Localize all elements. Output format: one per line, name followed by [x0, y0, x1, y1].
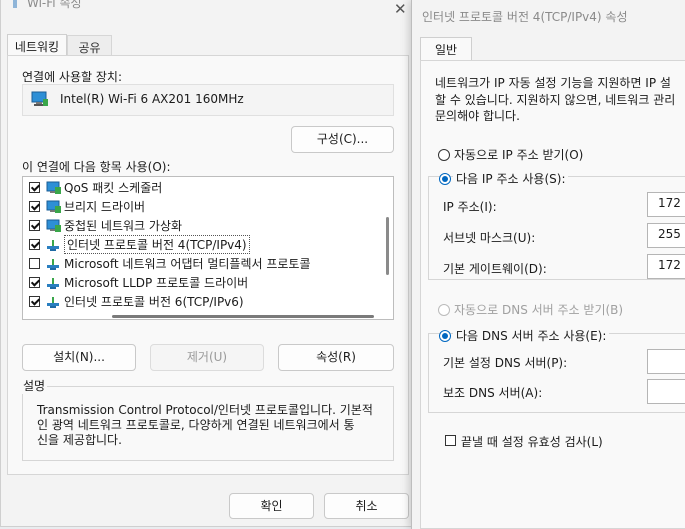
tab-networking[interactable]: 네트워킹 [7, 34, 67, 56]
vertical-scrollbar-thumb[interactable] [386, 217, 389, 275]
item-label: 중첩된 네트워크 가상화 [64, 219, 183, 233]
auto-ip-label[interactable]: 자동으로 IP 주소 받기(O) [454, 146, 583, 163]
properties-button[interactable]: 속성(R) [278, 344, 394, 371]
intro-line-1: 네트워크가 IP 자동 설정 기능을 지원하면 IP 설 [435, 76, 671, 90]
description-label: 설명 [21, 377, 48, 394]
alternate-dns-input[interactable] [647, 379, 685, 404]
ip-group: 다음 IP 주소 사용(S): IP 주소(I): 172 . 서브넷 마스크(… [428, 170, 685, 280]
auto-ip-radio[interactable] [438, 149, 450, 161]
adapter-box: Intel(R) Wi-Fi 6 AX201 160MHz [22, 84, 394, 116]
window-title: Wi-Fi 속성 [27, 0, 82, 10]
list-item[interactable]: 브리지 드라이버 [29, 197, 145, 216]
item-label: Microsoft 네트워크 어댑터 멀티플렉서 프로토콜 [64, 257, 311, 271]
item-checkbox[interactable] [29, 258, 40, 269]
connect-using-label: 연결에 사용할 장치: [22, 70, 122, 84]
general-panel: 네트워크가 IP 자동 설정 기능을 지원하면 IP 설 할 수 있습니다. 지… [420, 60, 685, 529]
default-gateway-label: 기본 게이트웨이(D): [443, 262, 547, 276]
configure-button[interactable]: 구성(C)... [291, 126, 394, 153]
item-checkbox[interactable] [29, 239, 40, 250]
item-label: QoS 패킷 스케줄러 [64, 181, 163, 195]
ip-address-label: IP 주소(I): [443, 200, 497, 214]
install-button[interactable]: 설치(N)... [22, 344, 136, 371]
dns-group: 다음 DNS 서버 주소 사용(E): 기본 설정 DNS 서버(P): 보조 … [428, 327, 685, 413]
list-item[interactable]: 중첩된 네트워크 가상화 [29, 216, 182, 235]
preferred-dns-label: 기본 설정 DNS 서버(P): [443, 356, 568, 370]
item-label: 브리지 드라이버 [64, 200, 146, 214]
adapter-icon [31, 91, 49, 110]
protocol-icon [46, 277, 64, 289]
protocol-icon [46, 296, 64, 308]
manual-dns-label[interactable]: 다음 DNS 서버 주소 사용(E): [453, 327, 610, 344]
components-list[interactable]: QoS 패킷 스케줄러브리지 드라이버중첩된 네트워크 가상화인터넷 프로토콜 … [22, 176, 394, 320]
default-gateway-input[interactable]: 172 . [647, 254, 685, 279]
close-icon[interactable]: ✕ [394, 0, 407, 18]
item-checkbox[interactable] [29, 296, 40, 307]
item-label: Microsoft LLDP 프로토콜 드라이버 [64, 276, 249, 290]
networking-panel: 연결에 사용할 장치: Intel(R) Wi-Fi 6 AX201 160MH… [7, 55, 409, 475]
item-checkbox[interactable] [29, 182, 40, 193]
protocol-icon [46, 258, 64, 270]
auto-dns-label[interactable]: 자동으로 DNS 서버 주소 받기(B) [454, 301, 623, 318]
preferred-dns-input[interactable] [647, 349, 685, 374]
list-item[interactable]: QoS 패킷 스케줄러 [29, 178, 162, 197]
ok-button[interactable]: 확인 [229, 493, 314, 519]
wifi-properties-window: Wi-Fi 속성 네트워킹 공유 연결에 사용할 장치: Intel(R) Wi… [0, 0, 416, 527]
tab-general[interactable]: 일반 [420, 37, 472, 61]
list-item[interactable]: Microsoft 네트워크 어댑터 멀티플렉서 프로토콜 [29, 254, 311, 273]
uninstall-button[interactable]: 제거(U) [150, 344, 264, 371]
validate-on-exit-label[interactable]: 끝낼 때 설정 유효성 검사(L) [461, 433, 603, 450]
subnet-mask-input[interactable]: 255 . [647, 223, 685, 248]
item-label: 인터넷 프로토콜 버전 6(TCP/IPv6) [64, 295, 244, 309]
subnet-mask-label: 서브넷 마스크(U): [443, 231, 536, 245]
cancel-button[interactable]: 취소 [324, 493, 409, 519]
item-label: 인터넷 프로토콜 버전 4(TCP/IPv4) [64, 235, 250, 254]
list-item[interactable]: 인터넷 프로토콜 버전 6(TCP/IPv6) [29, 292, 244, 311]
network-icon [46, 181, 64, 195]
network-icon [46, 219, 64, 233]
protocol-icon [46, 239, 64, 251]
list-item[interactable]: Microsoft LLDP 프로토콜 드라이버 [29, 273, 248, 292]
validate-on-exit-checkbox[interactable] [445, 435, 456, 446]
intro-line-2: 할 수 있습니다. 지원하지 않으면, 네트워크 관리 [435, 93, 676, 107]
wifi-icon [9, 0, 21, 13]
window-title: 인터넷 프로토콜 버전 4(TCP/IPv4) 속성 [422, 10, 628, 24]
title-bar: Wi-Fi 속성 [1, 0, 415, 31]
description-text-line-3: 신을 제공합니다. [37, 433, 122, 447]
manual-dns-radio[interactable] [439, 330, 451, 342]
tab-sharing[interactable]: 공유 [67, 35, 112, 56]
description-group: 설명 Transmission Control Protocol/인터넷 프로토… [21, 377, 394, 461]
auto-dns-radio[interactable] [438, 304, 450, 316]
adapter-name: Intel(R) Wi-Fi 6 AX201 160MHz [60, 92, 244, 106]
ipv4-properties-window: 인터넷 프로토콜 버전 4(TCP/IPv4) 속성 일반 네트워크가 IP 자… [411, 0, 685, 529]
list-item[interactable]: 인터넷 프로토콜 버전 4(TCP/IPv4) [29, 235, 250, 254]
manual-ip-label[interactable]: 다음 IP 주소 사용(S): [453, 170, 569, 187]
manual-ip-radio[interactable] [439, 173, 451, 185]
item-checkbox[interactable] [29, 220, 40, 231]
items-label: 이 연결에 다음 항목 사용(O): [22, 160, 171, 174]
horizontal-scrollbar-thumb[interactable] [112, 315, 374, 318]
intro-line-3: 문의해야 합니다. [435, 109, 520, 123]
item-checkbox[interactable] [29, 201, 40, 212]
horizontal-scrollbar[interactable] [28, 313, 378, 319]
ip-address-input[interactable]: 172 . [647, 192, 685, 217]
alternate-dns-label: 보조 DNS 서버(A): [443, 386, 543, 400]
network-icon [46, 200, 64, 214]
item-checkbox[interactable] [29, 277, 40, 288]
